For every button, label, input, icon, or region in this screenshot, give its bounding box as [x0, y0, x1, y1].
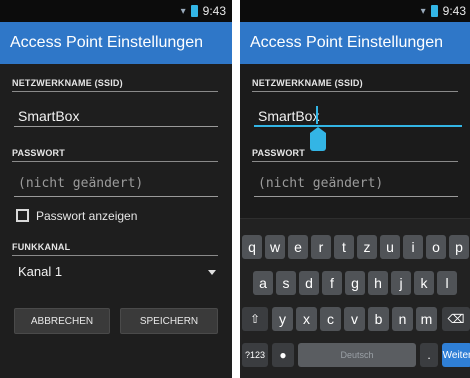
key-o[interactable]: o	[426, 235, 446, 259]
show-password-checkbox[interactable]	[16, 209, 29, 222]
backspace-icon[interactable]: ⌫	[442, 307, 470, 331]
key-u[interactable]: u	[380, 235, 400, 259]
key-w[interactable]: w	[265, 235, 285, 259]
ssid-input[interactable]: SmartBox	[18, 108, 79, 124]
section-divider	[12, 255, 218, 256]
key-q[interactable]: q	[242, 235, 262, 259]
phone-screen-right: ▾ 9:43 Access Point Einstellungen NETZWE…	[240, 0, 470, 378]
key-h[interactable]: h	[368, 271, 388, 295]
text-cursor	[316, 106, 318, 124]
key-l[interactable]: l	[437, 271, 457, 295]
ssid-input-underline	[14, 126, 218, 127]
channel-dropdown[interactable]: Kanal 1	[18, 264, 62, 276]
page-title: Access Point Einstellungen	[10, 34, 203, 51]
mic-icon[interactable]: ●	[272, 343, 294, 367]
password-input[interactable]: (nicht geändert)	[18, 176, 143, 191]
key-x[interactable]: x	[296, 307, 317, 331]
section-divider	[252, 161, 458, 162]
ssid-label: NETZWERKNAME (SSID)	[252, 78, 363, 88]
section-divider	[252, 91, 458, 92]
settings-form: NETZWERKNAME (SSID) SmartBox PASSWORT (n…	[0, 64, 232, 378]
key-i[interactable]: i	[403, 235, 423, 259]
wifi-icon: ▾	[180, 5, 186, 17]
chevron-down-icon[interactable]	[208, 270, 216, 275]
password-label: PASSWORT	[12, 148, 65, 158]
key-e[interactable]: e	[288, 235, 308, 259]
cursor-handle[interactable]	[310, 127, 326, 151]
key-j[interactable]: j	[391, 271, 411, 295]
key-v[interactable]: v	[344, 307, 365, 331]
cancel-button[interactable]: ABBRECHEN	[14, 308, 110, 334]
key-f[interactable]: f	[322, 271, 342, 295]
phone-screen-left: ▾ 9:43 Access Point Einstellungen NETZWE…	[0, 0, 232, 378]
key-c[interactable]: c	[320, 307, 341, 331]
key-z[interactable]: z	[357, 235, 377, 259]
password-input-underline	[254, 196, 458, 197]
password-label: PASSWORT	[252, 148, 305, 158]
status-bar: ▾ 9:43	[240, 0, 470, 22]
next-key[interactable]: Weiter	[442, 343, 470, 367]
symbols-key[interactable]: ?123	[242, 343, 268, 367]
soft-keyboard: q w e r t z u i o p a s d f g h j k l ⇧ …	[240, 218, 470, 378]
battery-icon	[430, 5, 438, 17]
key-d[interactable]: d	[299, 271, 319, 295]
key-y[interactable]: y	[272, 307, 293, 331]
section-divider	[12, 161, 218, 162]
password-input-underline	[14, 196, 218, 197]
key-g[interactable]: g	[345, 271, 365, 295]
ssid-label: NETZWERKNAME (SSID)	[12, 78, 123, 88]
key-r[interactable]: r	[311, 235, 331, 259]
ssid-input-focus-underline	[254, 125, 462, 127]
key-k[interactable]: k	[414, 271, 434, 295]
key-s[interactable]: s	[276, 271, 296, 295]
key-n[interactable]: n	[392, 307, 413, 331]
key-m[interactable]: m	[416, 307, 437, 331]
show-password-label[interactable]: Passwort anzeigen	[36, 209, 137, 223]
channel-label: FUNKKANAL	[12, 242, 71, 252]
key-b[interactable]: b	[368, 307, 389, 331]
period-key[interactable]: .	[420, 343, 438, 367]
key-t[interactable]: t	[334, 235, 354, 259]
save-button[interactable]: SPEICHERN	[120, 308, 218, 334]
section-divider	[12, 91, 218, 92]
status-time: 9:43	[202, 4, 226, 18]
app-bar: Access Point Einstellungen	[240, 22, 470, 64]
ssid-input[interactable]: SmartBox	[258, 108, 319, 124]
space-key[interactable]: Deutsch	[298, 343, 416, 367]
shift-icon[interactable]: ⇧	[242, 307, 268, 331]
key-a[interactable]: a	[253, 271, 273, 295]
password-input[interactable]: (nicht geändert)	[258, 176, 383, 191]
app-bar: Access Point Einstellungen	[0, 22, 232, 64]
key-p[interactable]: p	[449, 235, 469, 259]
status-time: 9:43	[442, 4, 466, 18]
page-title: Access Point Einstellungen	[250, 34, 443, 51]
battery-icon	[190, 5, 198, 17]
wifi-icon: ▾	[420, 5, 426, 17]
status-bar: ▾ 9:43	[0, 0, 232, 22]
